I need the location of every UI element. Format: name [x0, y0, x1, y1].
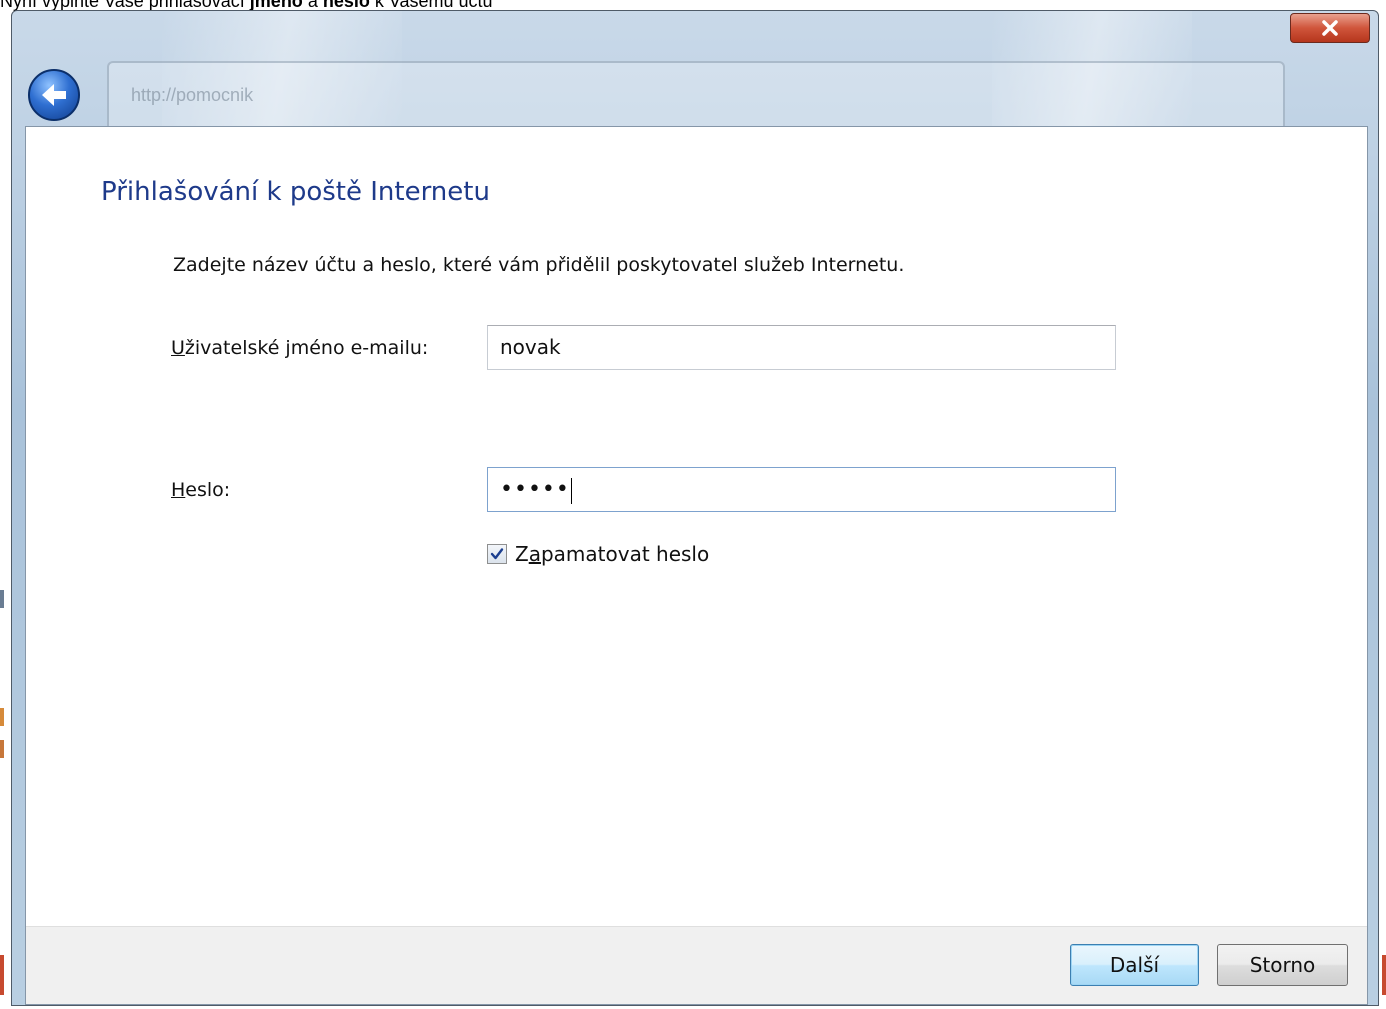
edge-mark [1382, 955, 1386, 995]
username-label-mnemonic: U [171, 337, 185, 359]
back-button[interactable] [28, 69, 80, 121]
username-label-text: živatelské jméno e-mailu: [184, 337, 429, 359]
password-input[interactable]: ••••• [487, 467, 1116, 512]
cancel-button[interactable]: Storno [1217, 944, 1348, 986]
edge-mark [0, 708, 4, 726]
username-value: novak [500, 335, 561, 359]
address-text: http://pomocnik [131, 85, 254, 105]
remember-label-rest: pamatovat heslo [540, 542, 710, 566]
edge-mark [0, 955, 4, 995]
remember-label-start: Z [515, 542, 529, 566]
close-icon [1322, 20, 1338, 36]
password-label-text: eslo: [185, 479, 231, 501]
next-button-label: Další [1109, 953, 1160, 977]
remember-password-label[interactable]: Zapamatovat heslo [515, 542, 709, 566]
back-arrow-icon [42, 84, 66, 106]
remember-password-checkbox[interactable] [487, 544, 507, 564]
edge-mark [0, 590, 4, 608]
page-title: Přihlašování k poště Internetu [101, 177, 490, 207]
wizard-content: Přihlašování k poště Internetu Zadejte n… [25, 126, 1368, 1005]
password-label: Heslo: [171, 479, 230, 501]
remember-password-row[interactable]: Zapamatovat heslo [487, 541, 709, 567]
password-value: ••••• [500, 477, 570, 502]
next-button[interactable]: Další [1070, 944, 1199, 986]
username-label: Uživatelské jméno e-mailu: [171, 337, 428, 359]
remember-label-mnemonic: a [528, 542, 541, 566]
edge-mark [0, 740, 4, 758]
text-caret [570, 477, 572, 504]
password-label-mnemonic: H [171, 479, 186, 501]
wizard-footer: Další Storno [26, 926, 1367, 1004]
username-input[interactable]: novak [487, 325, 1116, 370]
instruction-text: Zadejte název účtu a heslo, které vám př… [173, 254, 905, 276]
close-button[interactable] [1290, 13, 1370, 43]
wizard-window: http://pomocnik Přihlašování k poště Int… [11, 10, 1379, 1006]
checkmark-icon [490, 548, 504, 560]
cancel-button-label: Storno [1249, 953, 1316, 977]
